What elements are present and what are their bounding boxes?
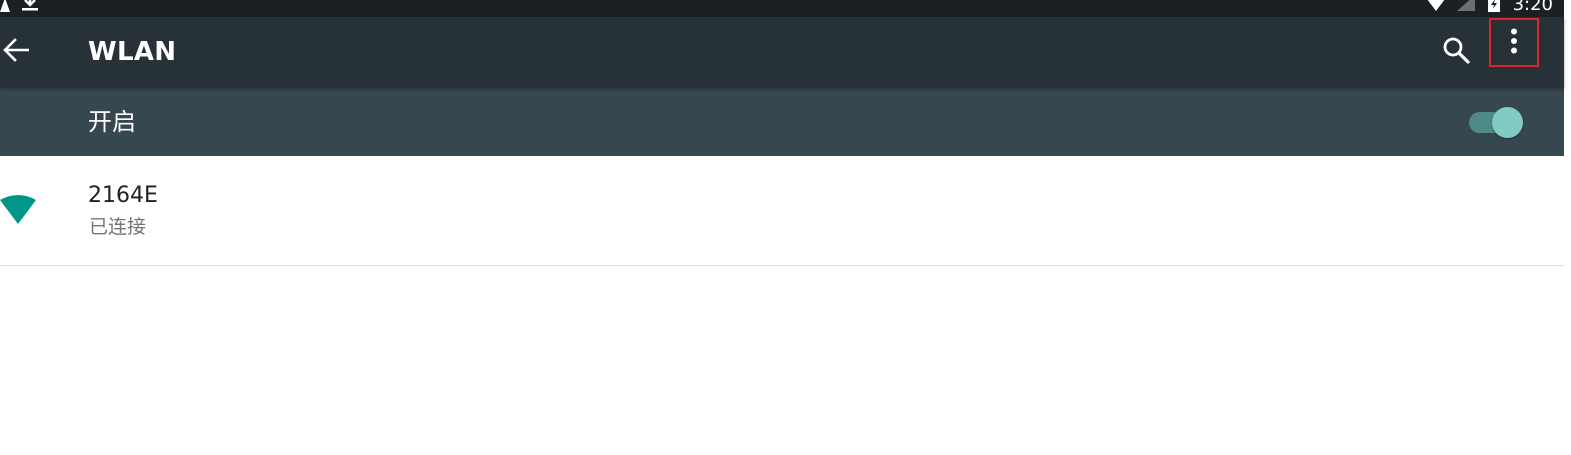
battery-icon [1487,0,1501,16]
status-left-icons [0,0,40,16]
network-ssid: 2164E [88,183,158,208]
cell-signal-icon [1456,0,1475,15]
status-bar: 3:20 [0,0,1571,17]
wifi-icon [0,194,38,230]
wlan-switch-bar[interactable]: 开启 [0,87,1564,156]
app-toolbar: WLAN [0,17,1564,87]
back-button[interactable] [0,34,32,70]
toggle-thumb[interactable] [1492,107,1523,138]
network-list-item[interactable]: 2164E 已连接 [0,156,1564,266]
search-button[interactable] [1436,34,1476,70]
download-icon [20,0,40,16]
arrow-back-icon [3,37,30,67]
right-edge [1564,0,1571,455]
switch-label: 开启 [88,108,136,136]
wifi-signal-icon [1427,0,1445,15]
wlan-toggle[interactable] [1468,107,1524,138]
more-vert-icon [1510,28,1518,58]
notification-a-icon [0,0,12,16]
network-status: 已连接 [89,216,147,238]
search-icon [1442,36,1470,68]
page-title: WLAN [88,37,177,67]
status-right-icons: 3:20 [1427,0,1553,16]
status-time: 3:20 [1512,0,1553,15]
more-options-button[interactable] [1489,18,1539,67]
